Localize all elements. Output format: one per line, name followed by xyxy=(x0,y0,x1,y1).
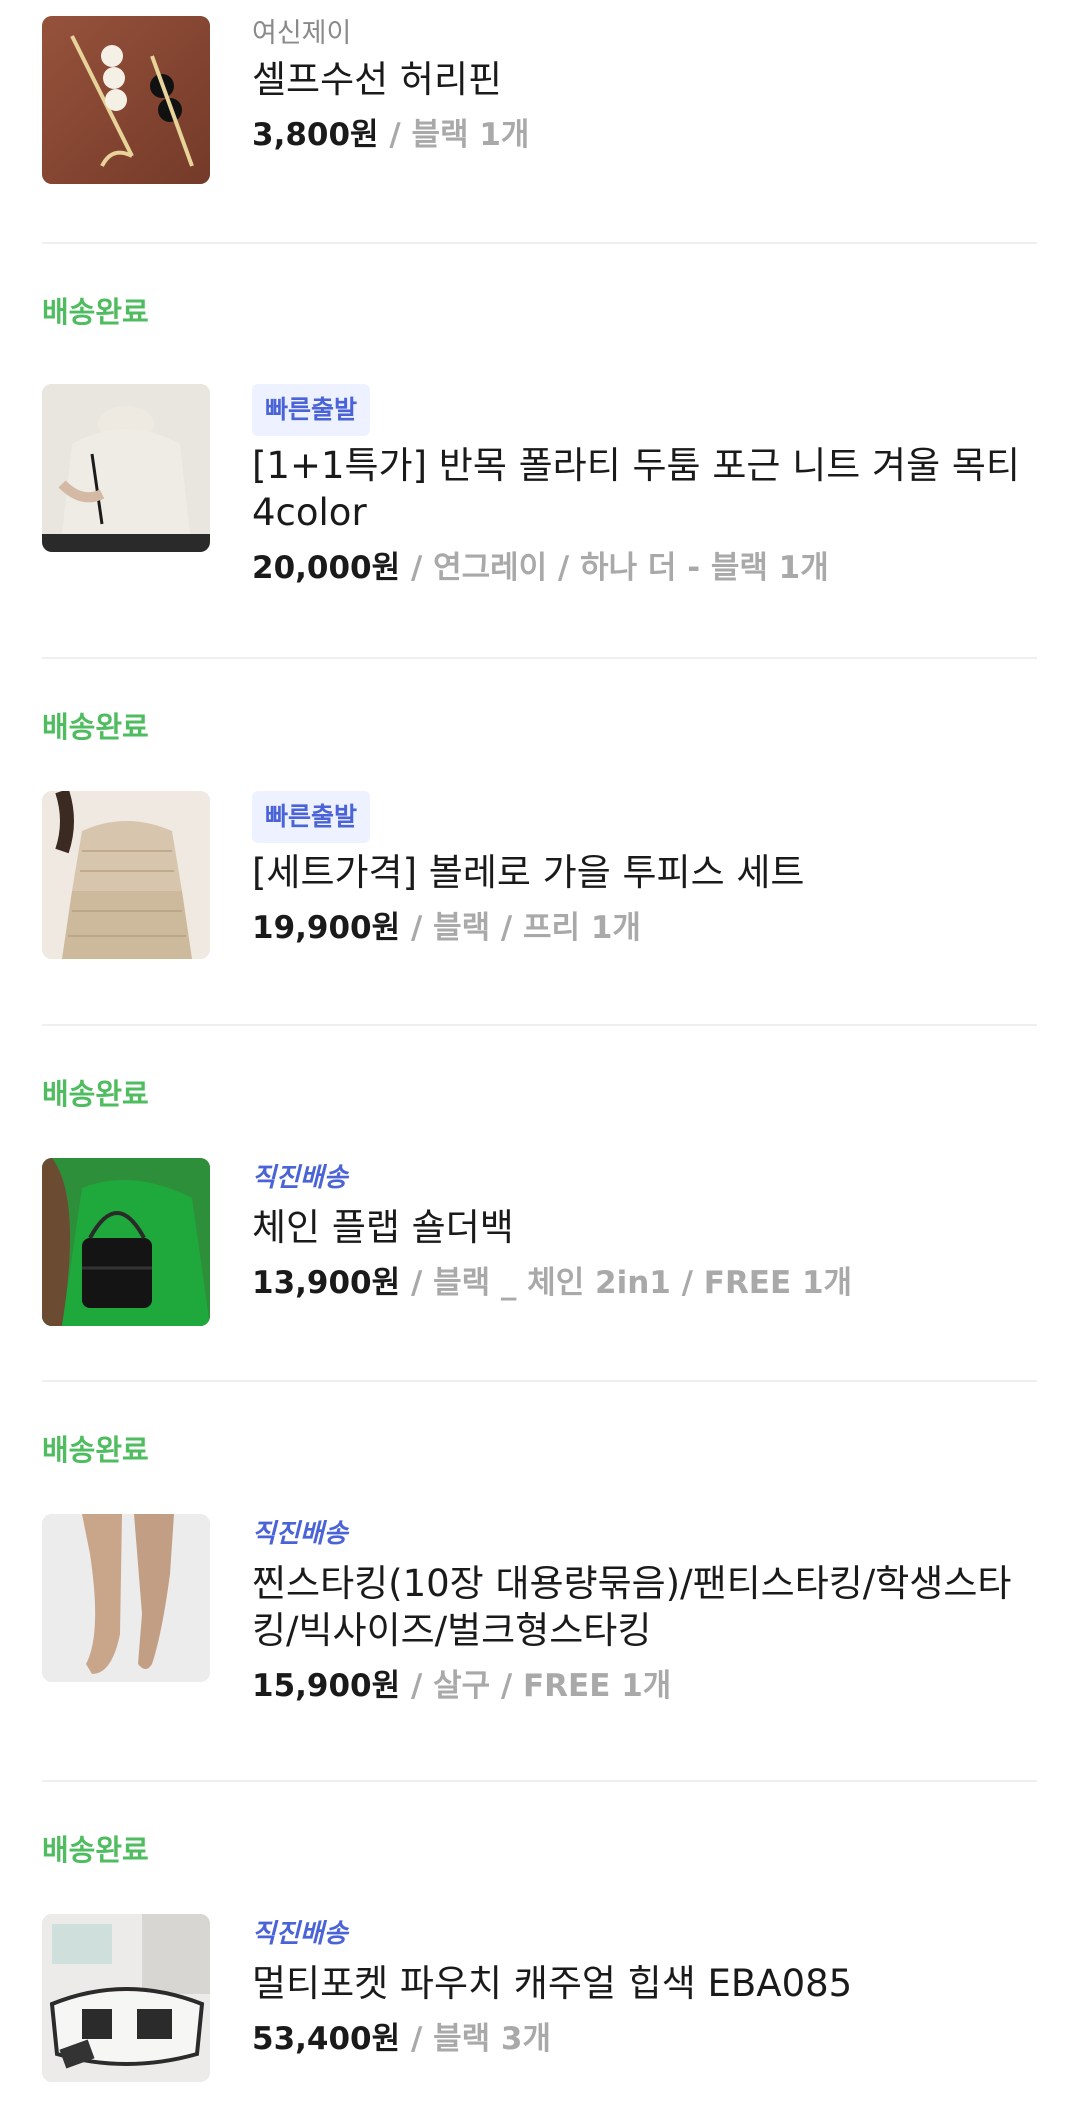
pearl-safety-pin-image xyxy=(42,16,210,184)
product-thumbnail[interactable] xyxy=(42,1514,210,1682)
delivery-status: 배송완료 xyxy=(42,1833,149,1867)
product-thumbnail[interactable] xyxy=(42,1158,210,1326)
product-title[interactable]: [1+1특가] 반목 폴라티 두툼 포근 니트 겨울 목티 4color xyxy=(252,442,1037,536)
price-line: 13,900원 / 블랙 _ 체인 2in1 / FREE 1개 xyxy=(252,1261,1037,1305)
fast-shipping-badge: 빠른출발 xyxy=(252,791,371,843)
product-options: / 블랙 _ 체인 2in1 / FREE 1개 xyxy=(400,1265,853,1301)
product-options: / 블랙 / 프리 1개 xyxy=(400,910,641,946)
product-thumbnail[interactable] xyxy=(42,384,210,552)
divider xyxy=(42,1024,1037,1026)
fast-shipping-badge: 빠른출발 xyxy=(252,384,371,436)
product-title[interactable]: 찐스타킹(10장 대용량묶음)/팬티스타킹/학생스타킹/빅사이즈/벌크형스타킹 xyxy=(252,1560,1037,1654)
price-line: 19,900원 / 블랙 / 프리 1개 xyxy=(252,906,1037,950)
order-list: 여신제이 셀프수선 허리핀 3,800원 / 블랙 1개 배송완료 빠른출발 [… xyxy=(0,0,1079,2102)
direct-shipping-badge: 직진배송 xyxy=(252,1919,348,1949)
order-item[interactable]: 배송완료 빠른출발 [세트가격] 볼레로 가을 투피스 세트 19,900원 /… xyxy=(0,689,1079,1022)
shop-name[interactable]: 여신제이 xyxy=(252,14,1037,54)
product-title[interactable]: [세트가격] 볼레로 가을 투피스 세트 xyxy=(252,849,1037,896)
product-title[interactable]: 셀프수선 허리핀 xyxy=(252,56,1037,103)
product-options: / 살구 / FREE 1개 xyxy=(400,1668,672,1704)
knit-sweater-image xyxy=(42,384,210,552)
divider xyxy=(42,1380,1037,1382)
hip-sack-image xyxy=(42,1914,210,2082)
product-price: 13,900원 xyxy=(252,1265,401,1301)
product-price: 53,400원 xyxy=(252,2021,401,2057)
product-price: 20,000원 xyxy=(252,550,401,586)
order-item[interactable]: 여신제이 셀프수선 허리핀 3,800원 / 블랙 1개 xyxy=(0,0,1079,184)
delivery-status: 배송완료 xyxy=(42,710,149,744)
product-title[interactable]: 멀티포켓 파우치 캐주얼 힙색 EBA085 xyxy=(252,1960,1037,2007)
delivery-status: 배송완료 xyxy=(42,295,149,329)
divider xyxy=(42,1780,1037,1782)
price-line: 15,900원 / 살구 / FREE 1개 xyxy=(252,1664,1037,1708)
product-options: / 블랙 1개 xyxy=(378,117,530,153)
product-thumbnail[interactable] xyxy=(42,16,210,184)
product-options: / 연그레이 / 하나 더 - 블랙 1개 xyxy=(400,550,829,586)
order-item[interactable]: 배송완료 빠른출발 [1+1특가] 반목 폴라티 두툼 포근 니트 겨울 목티 … xyxy=(0,274,1079,654)
order-item[interactable]: 배송완료 직진배송 체인 플랩 숄더백 13,900원 / 블랙 _ 체인 2i… xyxy=(0,1056,1079,1378)
order-item[interactable]: 배송완료 직진배송 찐스타킹(10장 대용량묶음)/팬티스타킹/학생스타킹/빅사… xyxy=(0,1412,1079,1778)
shoulder-bag-image xyxy=(42,1158,210,1326)
price-line: 53,400원 / 블랙 3개 xyxy=(252,2017,1037,2061)
divider xyxy=(42,242,1037,244)
price-line: 3,800원 / 블랙 1개 xyxy=(252,113,1037,157)
price-line: 20,000원 / 연그레이 / 하나 더 - 블랙 1개 xyxy=(252,546,1037,590)
direct-shipping-badge: 직진배송 xyxy=(252,1519,348,1549)
delivery-status: 배송완료 xyxy=(42,1077,149,1111)
product-price: 15,900원 xyxy=(252,1668,401,1704)
delivery-status: 배송완료 xyxy=(42,1433,149,1467)
stockings-image xyxy=(42,1514,210,1682)
product-options: / 블랙 3개 xyxy=(400,2021,551,2057)
order-item[interactable]: 배송완료 직진배송 멀티포켓 파우치 캐주얼 힙색 EBA085 53,400원… xyxy=(0,1812,1079,2102)
product-price: 19,900원 xyxy=(252,910,401,946)
product-title[interactable]: 체인 플랩 숄더백 xyxy=(252,1204,1037,1251)
product-thumbnail[interactable] xyxy=(42,1914,210,2082)
bolero-set-image xyxy=(42,791,210,959)
divider xyxy=(42,657,1037,659)
product-thumbnail[interactable] xyxy=(42,791,210,959)
direct-shipping-badge: 직진배송 xyxy=(252,1163,348,1193)
product-price: 3,800원 xyxy=(252,117,379,153)
